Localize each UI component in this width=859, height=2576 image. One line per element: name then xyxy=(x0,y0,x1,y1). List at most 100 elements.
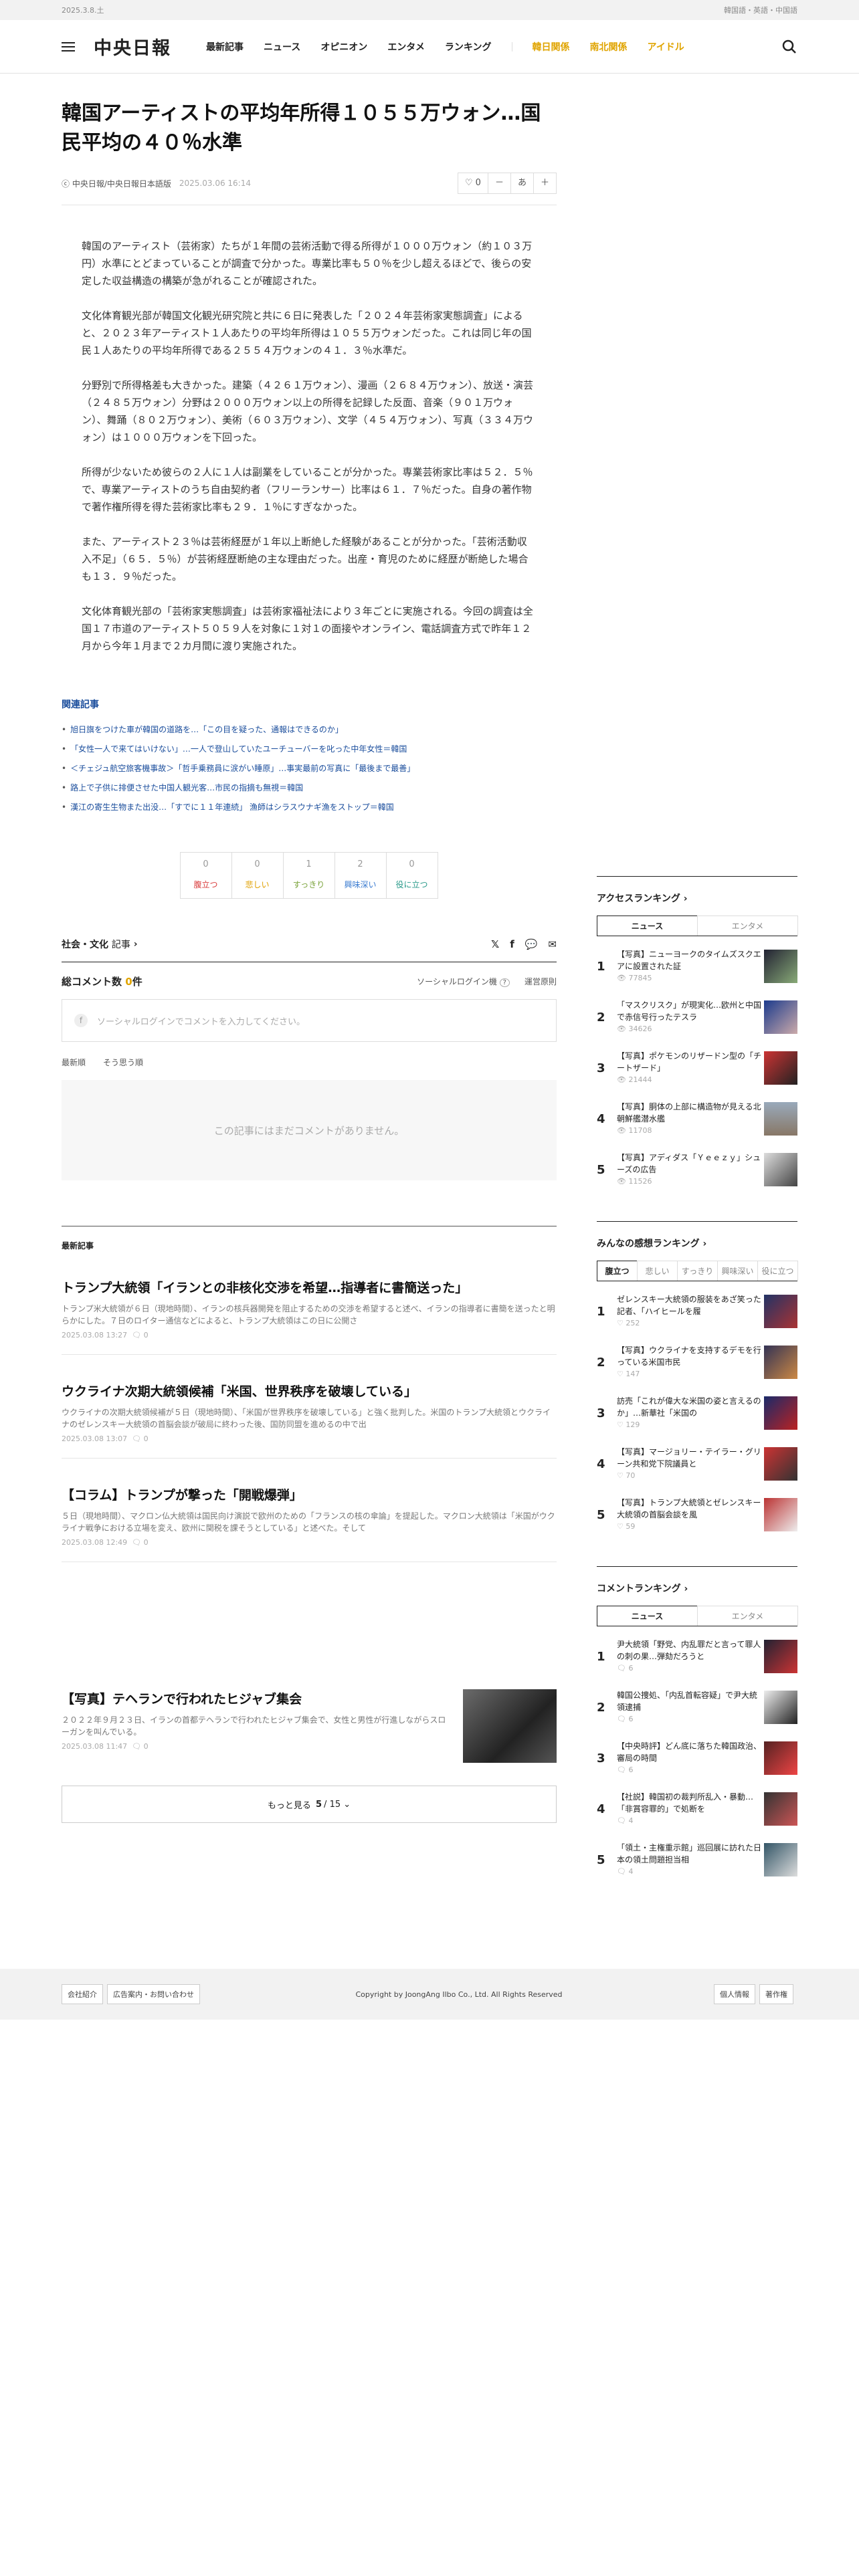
nav-ranking[interactable]: ランキング xyxy=(445,40,492,53)
ranking-item[interactable]: 2 韓国公捜処、「内乱首転容疑」で尹大統領逮捕 🗨 6 xyxy=(597,1677,797,1728)
tab-useful[interactable]: 役に立つ xyxy=(757,1261,798,1281)
main-nav: 最新記事 ニュース オピニオン エンタメ ランキング 韓日関係 南北関係 アイド… xyxy=(206,40,684,53)
facebook-share-icon[interactable]: f xyxy=(510,938,514,950)
latest-item[interactable]: ウクライナ次期大統領候補「米国、世界秩序を破壊している」 ウクライナの次期大統領… xyxy=(62,1355,557,1459)
photo-news-title[interactable]: 【写真】テヘランで行われたヒジャブ集会 xyxy=(62,1689,450,1707)
latest-item-date: 2025.03.08 12:49 xyxy=(62,1538,128,1547)
ranking-item[interactable]: 2 【写真】ウクライナを支持するデモを行っている米国市民 ♡ 147 xyxy=(597,1332,797,1383)
rank-views: 👁 11526 xyxy=(617,1177,652,1186)
comment-icon: 🗨 xyxy=(132,1331,142,1339)
tab-angry[interactable]: 腹立つ xyxy=(597,1261,638,1281)
access-ranking: アクセスランキング › ニュース エンタメ 1 【写真】ニューヨークのタイムズスク… xyxy=(597,876,798,1190)
latest-item-title[interactable]: 【コラム】トランプが撃った「開戦爆弾」 xyxy=(62,1485,557,1503)
help-icon[interactable]: ? xyxy=(499,978,510,987)
nav-korea-japan[interactable]: 韓日関係 xyxy=(533,40,570,53)
like-button[interactable]: ♡ 0 xyxy=(458,173,488,193)
ranking-item[interactable]: 3 訪売「これが偉大な米国の姿と言えるのか」…新華社「米国の ♡ 129 xyxy=(597,1383,797,1434)
latest-item-comments: 0 xyxy=(143,1434,149,1443)
footer-privacy-link[interactable]: 個人情報 xyxy=(714,1984,755,2004)
ranking-item[interactable]: 4 【写真】マージョリー・テイラー・グリーン共和党下院議員と ♡ 70 xyxy=(597,1434,797,1485)
ranking-item[interactable]: 1 ゼレンスキー大統領の服装をあざ笑った記者、「ハイヒールを履 ♡ 252 xyxy=(597,1281,797,1332)
related-link[interactable]: 路上で子供に排便させた中国人観光客…市民の指摘も無視＝韓国 xyxy=(62,778,557,798)
reaction-count: 1 xyxy=(306,859,312,869)
tab-interesting[interactable]: 興味深い xyxy=(717,1261,758,1281)
x-share-icon[interactable]: 𝕏 xyxy=(491,938,499,950)
nav-entertainment[interactable]: エンタメ xyxy=(387,40,425,53)
latest-item-comments: 0 xyxy=(143,1331,149,1339)
reaction-useful[interactable]: 0 役に立つ xyxy=(385,852,438,899)
tab-refreshing[interactable]: すっきり xyxy=(677,1261,718,1281)
photo-news-thumbnail[interactable] xyxy=(463,1689,557,1763)
reaction-angry[interactable]: 0 腹立つ xyxy=(179,852,232,899)
rank-comment-count: 6 xyxy=(628,1715,634,1723)
latest-item-meta: 2025.03.08 13:27 🗨 0 xyxy=(62,1331,557,1339)
ranking-item[interactable]: 3 【中央時評】どん底に落ちた韓国政治、審局の時間 🗨 6 xyxy=(597,1728,797,1779)
heart-icon: ♡ xyxy=(464,178,476,188)
ranking-item[interactable]: 5 【写真】トランプ大統領とゼレンスキー大統領の首脳会談を風 ♡ 59 xyxy=(597,1485,797,1535)
social-login-button[interactable]: ソーシャルログイン機 ? xyxy=(417,976,510,987)
latest-item-title[interactable]: トランプ大統領「イランとの非核化交渉を希望…指導者に書簡送った」 xyxy=(62,1278,557,1296)
ranking-item[interactable]: 2 「マスクリスク」が現実化…欧州と中国で赤信号行ったテスラ 👁 34626 xyxy=(597,987,797,1038)
ranking-item[interactable]: 3 【写真】ポケモンのリザードン型の「チートザード」 👁 21444 xyxy=(597,1038,797,1089)
related-link[interactable]: ＜チェジュ航空旅客機事故＞「哲手乗務員に涙がい睡原」…事実最前の写真に「最後まで… xyxy=(62,759,557,778)
ranking-item[interactable]: 5 【写真】アディダス「Ｙｅｅｚｙ」シューズの広告 👁 11526 xyxy=(597,1140,797,1190)
ranking-item[interactable]: 1 【写真】ニューヨークのタイムズスクエアに設置された証 👁 77845 xyxy=(597,936,797,987)
tab-news[interactable]: ニュース xyxy=(597,1606,698,1626)
language-links[interactable]: 韓国語・英語・中国語 xyxy=(724,5,797,15)
nav-latest[interactable]: 最新記事 xyxy=(206,40,244,53)
rank-thumbnail xyxy=(764,1153,797,1186)
access-ranking-title[interactable]: アクセスランキング › xyxy=(597,891,797,905)
ranking-item[interactable]: 4 【社説】韓国初の裁判所乱入・暴動…「非賞容罪的」で処断を 🗨 4 xyxy=(597,1779,797,1830)
rank-title: 韓国公捜処、「内乱首転容疑」で尹大統領逮捕 xyxy=(617,1691,758,1712)
footer-company-link[interactable]: 会社紹介 xyxy=(62,1984,103,2004)
nav-opinion[interactable]: オピニオン xyxy=(320,40,367,53)
photo-news-item[interactable]: 【写真】テヘランで行われたヒジャブ集会 ２０２２年９月２３日、イランの首都テヘラ… xyxy=(62,1662,557,1778)
more-button[interactable]: もっと見る 5/ 15 ⌄ xyxy=(62,1786,557,1823)
rank-thumbnail xyxy=(764,1640,797,1673)
ranking-item[interactable]: 5 「領土・主権重示館」巡回展に訪れた日本の領土問題担当相 🗨 4 xyxy=(597,1830,797,1881)
latest-item-title[interactable]: ウクライナ次期大統領候補「米国、世界秩序を破壊している」 xyxy=(62,1382,557,1400)
comment-input[interactable]: f ソーシャルログインでコメントを入力してください。 xyxy=(62,999,557,1042)
rank-thumbnail xyxy=(764,1396,797,1430)
nav-idol[interactable]: アイドル xyxy=(648,40,684,53)
tab-entertainment[interactable]: エンタメ xyxy=(697,1606,798,1626)
latest-item[interactable]: 【コラム】トランプが撃った「開戦爆弾」 ５日（現地時間）、マクロン仏大統領は国民… xyxy=(62,1459,557,1562)
chevron-right-icon: › xyxy=(683,893,688,904)
nav-north-south[interactable]: 南北関係 xyxy=(590,40,628,53)
reaction-sad[interactable]: 0 悲しい xyxy=(231,852,284,899)
footer-ads-link[interactable]: 広告案内・お問い合わせ xyxy=(107,1984,200,2004)
search-icon[interactable] xyxy=(781,39,797,55)
policy-link[interactable]: 運営原則 xyxy=(524,976,557,987)
mail-share-icon[interactable]: ✉ xyxy=(548,938,557,950)
reaction-interesting[interactable]: 2 興味深い xyxy=(334,852,387,899)
nav-news[interactable]: ニュース xyxy=(264,40,300,53)
rank-thumbnail xyxy=(764,1051,797,1085)
ranking-item[interactable]: 1 尹大統領「野党、内乱罪だと言って罪人の刺の果…弾劾だろうと 🗨 6 xyxy=(597,1626,797,1677)
reaction-ranking-title[interactable]: みんなの感想ランキング › xyxy=(597,1237,797,1250)
ranking-item[interactable]: 4 【写真】胴体の上部に構造物が見える北朝鮮艦潜水艦 👁 11708 xyxy=(597,1089,797,1140)
related-link[interactable]: 漢江の寄生生物また出没…「すでに１１年連続」 漁師はシラスウナギ漁をストップ＝韓… xyxy=(62,798,557,817)
reaction-label: 役に立つ xyxy=(395,880,428,889)
latest-item[interactable]: トランプ大統領「イランとの非核化交渉を希望…指導者に書簡送った」 トランプ米大統… xyxy=(62,1251,557,1355)
sort-latest[interactable]: 最新順 xyxy=(62,1057,86,1068)
tab-sad[interactable]: 悲しい xyxy=(637,1261,678,1281)
section-link[interactable]: 社会・文化 xyxy=(62,938,108,951)
sort-agree[interactable]: そう思う順 xyxy=(103,1057,143,1068)
article-source: 中央日報/中央日報日本語版 xyxy=(72,179,171,189)
font-increase-button[interactable]: ＋ xyxy=(534,173,556,193)
related-link[interactable]: 旭日旗をつけた車が韓国の道路を…「この目を疑った、通報はできるのか」 xyxy=(62,720,557,740)
font-decrease-button[interactable]: － xyxy=(488,173,511,193)
site-logo[interactable]: 中央日報 xyxy=(94,33,171,60)
section-suffix: 記事 xyxy=(111,940,130,950)
footer-copyright-link[interactable]: 著作権 xyxy=(759,1984,793,2004)
reaction-count: 0 xyxy=(203,859,209,869)
tab-entertainment[interactable]: エンタメ xyxy=(697,916,798,936)
menu-icon[interactable] xyxy=(62,41,75,51)
tab-news[interactable]: ニュース xyxy=(597,916,698,936)
reaction-refreshing[interactable]: 1 すっきり xyxy=(282,852,335,899)
rank-number: 5 xyxy=(597,1507,605,1522)
comment-ranking-title[interactable]: コメントランキング › xyxy=(597,1582,797,1595)
line-share-icon[interactable]: 💬 xyxy=(525,938,538,950)
rank-thumbnail xyxy=(764,950,797,983)
related-link[interactable]: 「女性一人で来てはいけない」…一人で登山していたユーチューバーを叱った中年女性＝… xyxy=(62,740,557,759)
